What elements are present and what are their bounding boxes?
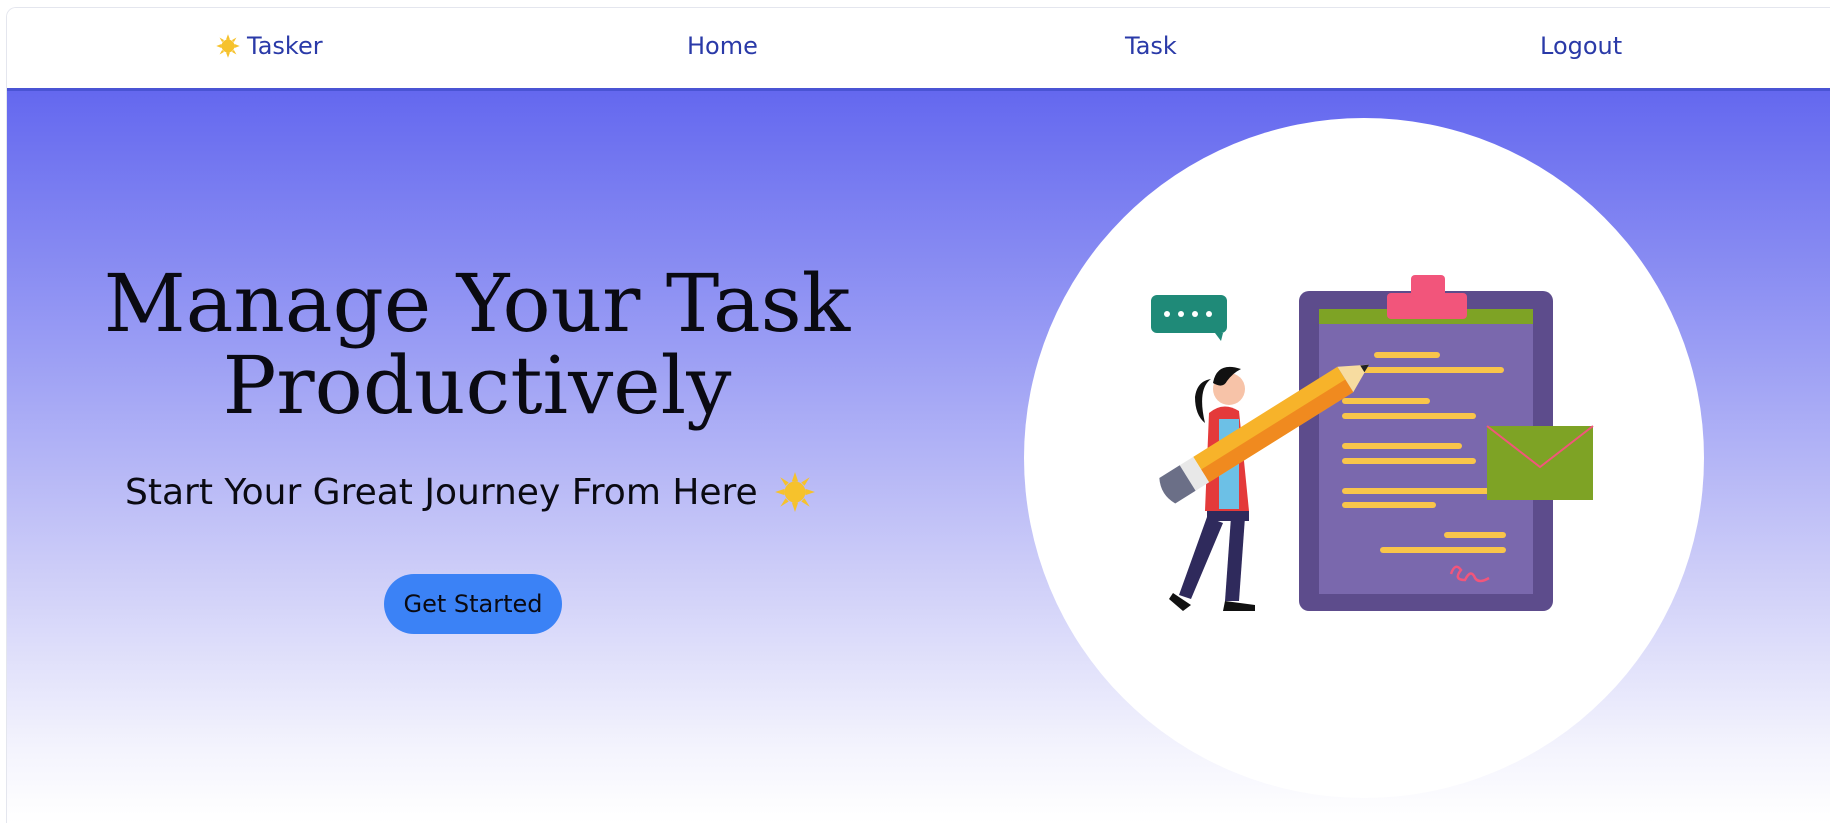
hero-section: Manage Your Task Productively Start Your…	[7, 91, 1830, 823]
brand-link[interactable]: Tasker	[215, 32, 323, 61]
task-illustration	[1151, 275, 1594, 611]
sun-icon	[216, 34, 240, 59]
headline-line-1: Manage Your Task	[103, 257, 851, 350]
brand-label: Tasker	[247, 32, 323, 60]
hero-headline: Manage Your Task Productively	[77, 263, 877, 427]
nav-logout-link[interactable]: Logout	[1540, 32, 1622, 61]
chat-bubble-icon	[1151, 295, 1227, 341]
top-navbar: Tasker Home Task Logout	[7, 8, 1830, 91]
envelope-icon	[1486, 425, 1594, 500]
nav-task-link[interactable]: Task	[1125, 32, 1177, 61]
subheadline-text: Start Your Great Journey From Here	[125, 471, 758, 513]
get-started-button[interactable]: Get Started	[384, 574, 562, 634]
app-page: Tasker Home Task Logout Manage Your Task…	[6, 7, 1830, 823]
hero-subheadline: Start Your Great Journey From Here	[125, 471, 885, 513]
headline-line-2: Productively	[222, 339, 732, 432]
nav-home-link[interactable]: Home	[687, 32, 758, 61]
sun-icon	[774, 472, 815, 512]
